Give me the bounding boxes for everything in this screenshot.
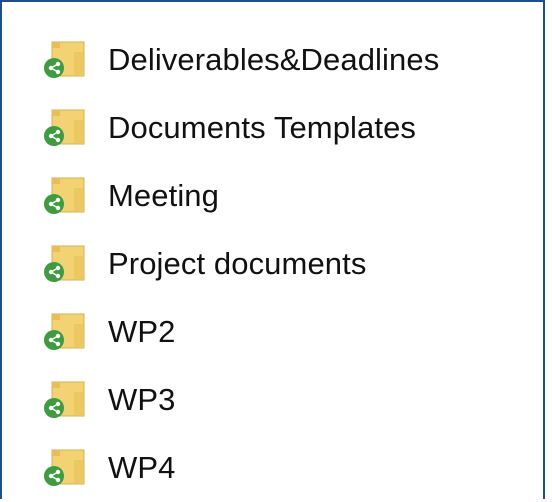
shared-folder-icon (40, 38, 92, 82)
folder-label: Project documents (108, 246, 367, 281)
folder-label: Deliverables&Deadlines (108, 42, 440, 77)
folder-label: WP3 (108, 382, 176, 417)
folder-item-wp3[interactable]: WP3 (40, 366, 540, 434)
folder-item-meeting[interactable]: Meeting (40, 162, 540, 230)
folder-label: Meeting (108, 178, 219, 213)
shared-folder-icon (40, 446, 92, 490)
folder-list: Deliverables&Deadlines Documents Templat… (40, 26, 540, 502)
shared-folder-icon (40, 106, 92, 150)
shared-folder-icon (40, 174, 92, 218)
folder-item-wp2[interactable]: WP2 (40, 298, 540, 366)
shared-folder-icon (40, 378, 92, 422)
shared-folder-icon (40, 242, 92, 286)
folder-label: Documents Templates (108, 110, 417, 145)
folder-label: WP2 (108, 314, 176, 349)
folder-item-deliverables-deadlines[interactable]: Deliverables&Deadlines (40, 26, 540, 94)
folder-item-wp4[interactable]: WP4 (40, 434, 540, 502)
shared-folder-icon (40, 310, 92, 354)
folder-list-panel: Deliverables&Deadlines Documents Templat… (0, 0, 545, 499)
folder-item-documents-templates[interactable]: Documents Templates (40, 94, 540, 162)
folder-label: WP4 (108, 450, 176, 485)
folder-item-project-documents[interactable]: Project documents (40, 230, 540, 298)
